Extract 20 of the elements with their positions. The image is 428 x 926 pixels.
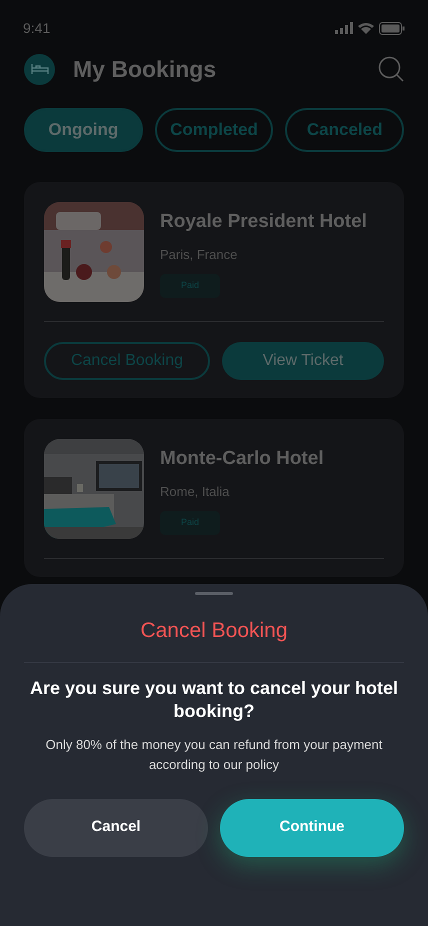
battery-icon xyxy=(379,22,405,34)
filter-tab[interactable]: Completed xyxy=(154,108,274,152)
confirm-question: Are you sure you want to cancel your hotel booking? xyxy=(28,676,400,722)
sheet-title: Cancel Booking xyxy=(140,618,288,644)
search-icon[interactable] xyxy=(378,56,404,82)
hotel-name: Monte-Carlo Hotel xyxy=(160,447,324,471)
continue-button[interactable]: Continue xyxy=(220,798,404,856)
view-ticket-button[interactable]: View Ticket xyxy=(222,342,384,380)
bed-icon xyxy=(24,54,55,84)
cancel-button[interactable]: Cancel xyxy=(24,798,208,856)
hotel-name: Royale President Hotel xyxy=(160,210,367,234)
page-title: My Bookings xyxy=(73,54,216,84)
status-time: 9:41 xyxy=(23,18,50,38)
hotel-location: Rome, Italia xyxy=(160,482,230,500)
signal-icon xyxy=(335,22,353,34)
filter-tab[interactable]: Canceled xyxy=(285,108,404,152)
wifi-icon xyxy=(358,22,374,34)
hotel-location: Paris, France xyxy=(160,246,238,264)
refund-note: Only 80% of the money you can refund from your payment according to our policy xyxy=(44,736,384,774)
filter-tab[interactable]: Ongoing xyxy=(24,108,143,152)
